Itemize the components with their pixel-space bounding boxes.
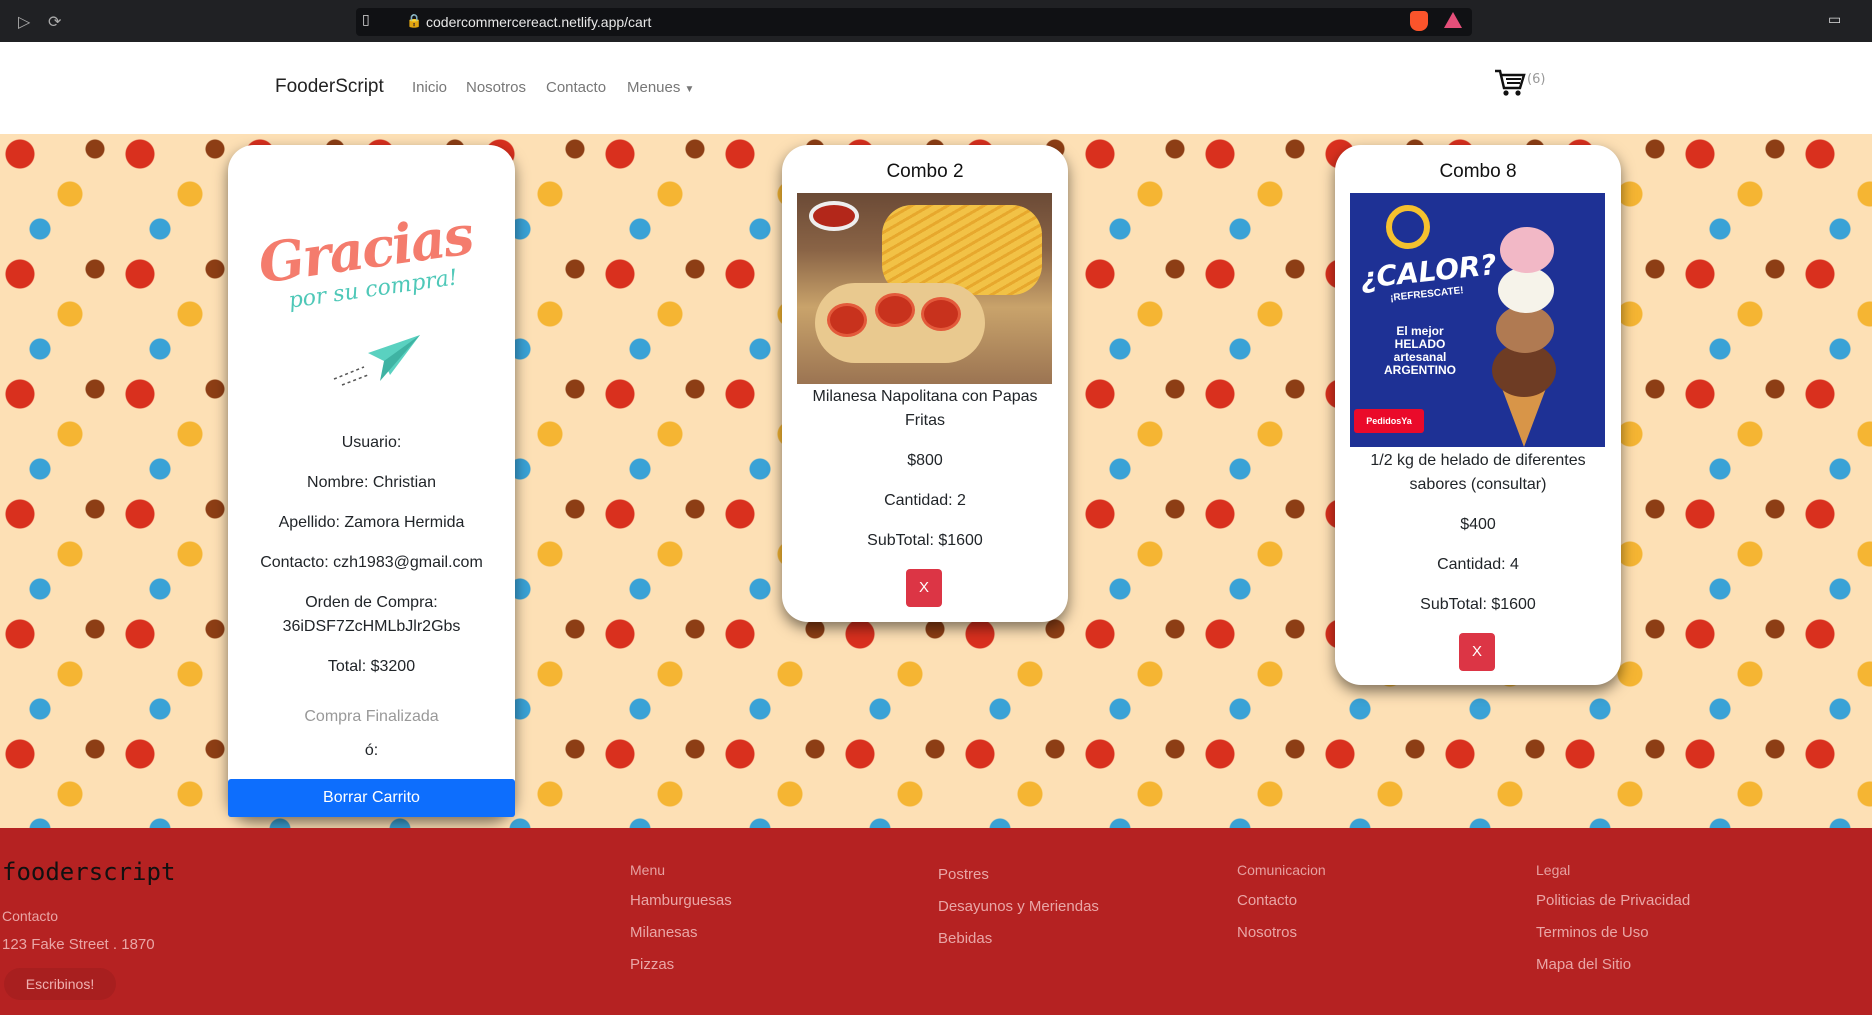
borrar-carrito-button[interactable]: Borrar Carrito xyxy=(228,779,515,817)
helado-image: ¿CALOR? ¡REFRESCATE! El mejor HELADO art… xyxy=(1350,193,1605,447)
o-text: ó: xyxy=(364,742,379,759)
brand-link[interactable]: FooderScript xyxy=(275,76,384,98)
footer-logo: fooderscript xyxy=(2,858,176,886)
product-subtotal: SubTotal: $1600 xyxy=(1420,596,1536,613)
footer-menu-heading: Menu xyxy=(630,862,666,878)
product-subtotal: SubTotal: $1600 xyxy=(867,532,983,549)
image-body: El mejor HELADO artesanal ARGENTINO xyxy=(1384,324,1456,377)
caret-down-icon: ▼ xyxy=(684,84,695,95)
footer-link-postres[interactable]: Postres xyxy=(938,866,989,883)
product-card: Combo 8 ¿CALOR? ¡REFRESCATE! El mejor HE… xyxy=(1335,145,1621,685)
tomato-slice xyxy=(827,303,867,337)
lock-icon: 🔒 xyxy=(406,14,423,29)
usuario-label: Usuario: xyxy=(341,434,402,451)
fries-shape xyxy=(882,205,1042,295)
ketchup-dip xyxy=(809,201,859,231)
site-footer: fooderscript Contacto 123 Fake Street . … xyxy=(0,828,1872,1015)
product-quantity: Cantidad: 2 xyxy=(884,492,966,509)
nav-nosotros[interactable]: Nosotros xyxy=(466,79,526,96)
contacto-text: Contacto: czh1983@gmail.com xyxy=(260,554,483,571)
nav-inicio[interactable]: Inicio xyxy=(412,79,447,96)
milanesa-image xyxy=(797,193,1052,384)
tomato-slice xyxy=(921,297,961,331)
sun-icon xyxy=(1386,205,1430,249)
total-text: Total: $3200 xyxy=(327,658,416,675)
footer-link-nosotros[interactable]: Nosotros xyxy=(1237,924,1297,941)
site-navbar: FooderScript Inicio Nosotros Contacto Me… xyxy=(0,42,1872,134)
footer-link-privacidad[interactable]: Politicias de Privacidad xyxy=(1536,892,1690,909)
footer-link-pizzas[interactable]: Pizzas xyxy=(630,956,674,973)
footer-link-hamburguesas[interactable]: Hamburguesas xyxy=(630,892,732,909)
footer-link-terminos[interactable]: Terminos de Uso xyxy=(1536,924,1649,941)
orden-label: Orden de Compra: xyxy=(305,594,438,611)
footer-link-desayunos[interactable]: Desayunos y Meriendas xyxy=(938,898,1099,915)
play-icon[interactable]: ▷ xyxy=(18,12,30,31)
brave-rewards-icon[interactable] xyxy=(1444,12,1462,28)
nombre-text: Nombre: Christian xyxy=(307,474,436,491)
bookmark-icon[interactable]: ▯ xyxy=(362,12,370,28)
order-summary-card: Gracias por su compra! Usuario: Nombre: … xyxy=(228,145,515,817)
product-description: 1/2 kg de helado de diferentes sabores (… xyxy=(1370,452,1586,493)
nav-menues-dropdown[interactable]: Menues ▼ xyxy=(627,79,694,96)
url-text[interactable]: codercommercereact.netlify.app/cart xyxy=(426,14,651,30)
footer-contact-label: Contacto xyxy=(2,908,59,924)
strawberry-scoop xyxy=(1500,227,1554,273)
footer-comunicacion-heading: Comunicacion xyxy=(1237,862,1326,878)
nav-contacto[interactable]: Contacto xyxy=(546,79,606,96)
product-quantity: Cantidad: 4 xyxy=(1437,556,1519,573)
product-description: Milanesa Napolitana con Papas Fritas xyxy=(812,388,1038,429)
product-card: Combo 2 Milanesa Napolitana con Papas Fr… xyxy=(782,145,1068,622)
orden-id: 36iDSF7ZcHMLbJlr2Gbs xyxy=(282,618,461,635)
cart-icon[interactable] xyxy=(1494,68,1526,98)
wallet-icon[interactable]: ▭ xyxy=(1828,12,1841,28)
footer-legal-heading: Legal xyxy=(1536,862,1571,878)
tomato-slice xyxy=(875,293,915,327)
compra-finalizada-status: Compra Finalizada xyxy=(304,708,439,725)
browser-toolbar: ▷ ⟳ 🔒 codercommercereact.netlify.app/car… xyxy=(0,0,1872,42)
footer-link-milanesas[interactable]: Milanesas xyxy=(630,924,698,941)
pedidosya-badge: PedidosYa xyxy=(1354,409,1424,433)
remove-item-button[interactable]: X xyxy=(1459,633,1495,671)
product-title: Combo 8 xyxy=(1439,161,1517,182)
address-bar[interactable]: 🔒 codercommercereact.netlify.app/cart xyxy=(356,8,1472,36)
paper-plane-icon xyxy=(333,335,420,386)
product-price: $800 xyxy=(907,452,943,469)
footer-link-contacto[interactable]: Contacto xyxy=(1237,892,1297,909)
reload-icon[interactable]: ⟳ xyxy=(48,12,61,31)
footer-link-mapa[interactable]: Mapa del Sitio xyxy=(1536,956,1631,973)
brave-shield-icon[interactable] xyxy=(1410,11,1428,31)
cart-count: (6) xyxy=(1527,72,1546,87)
apellido-text: Apellido: Zamora Hermida xyxy=(278,514,465,531)
product-price: $400 xyxy=(1460,516,1496,533)
nav-menues-label: Menues xyxy=(627,79,681,96)
vanilla-scoop xyxy=(1498,267,1554,313)
footer-link-bebidas[interactable]: Bebidas xyxy=(938,930,992,947)
footer-address: 123 Fake Street . 1870 xyxy=(2,936,155,953)
product-title: Combo 2 xyxy=(886,161,964,182)
escribinos-button[interactable]: Escribinos! xyxy=(4,968,116,1000)
remove-item-button[interactable]: X xyxy=(906,569,942,607)
